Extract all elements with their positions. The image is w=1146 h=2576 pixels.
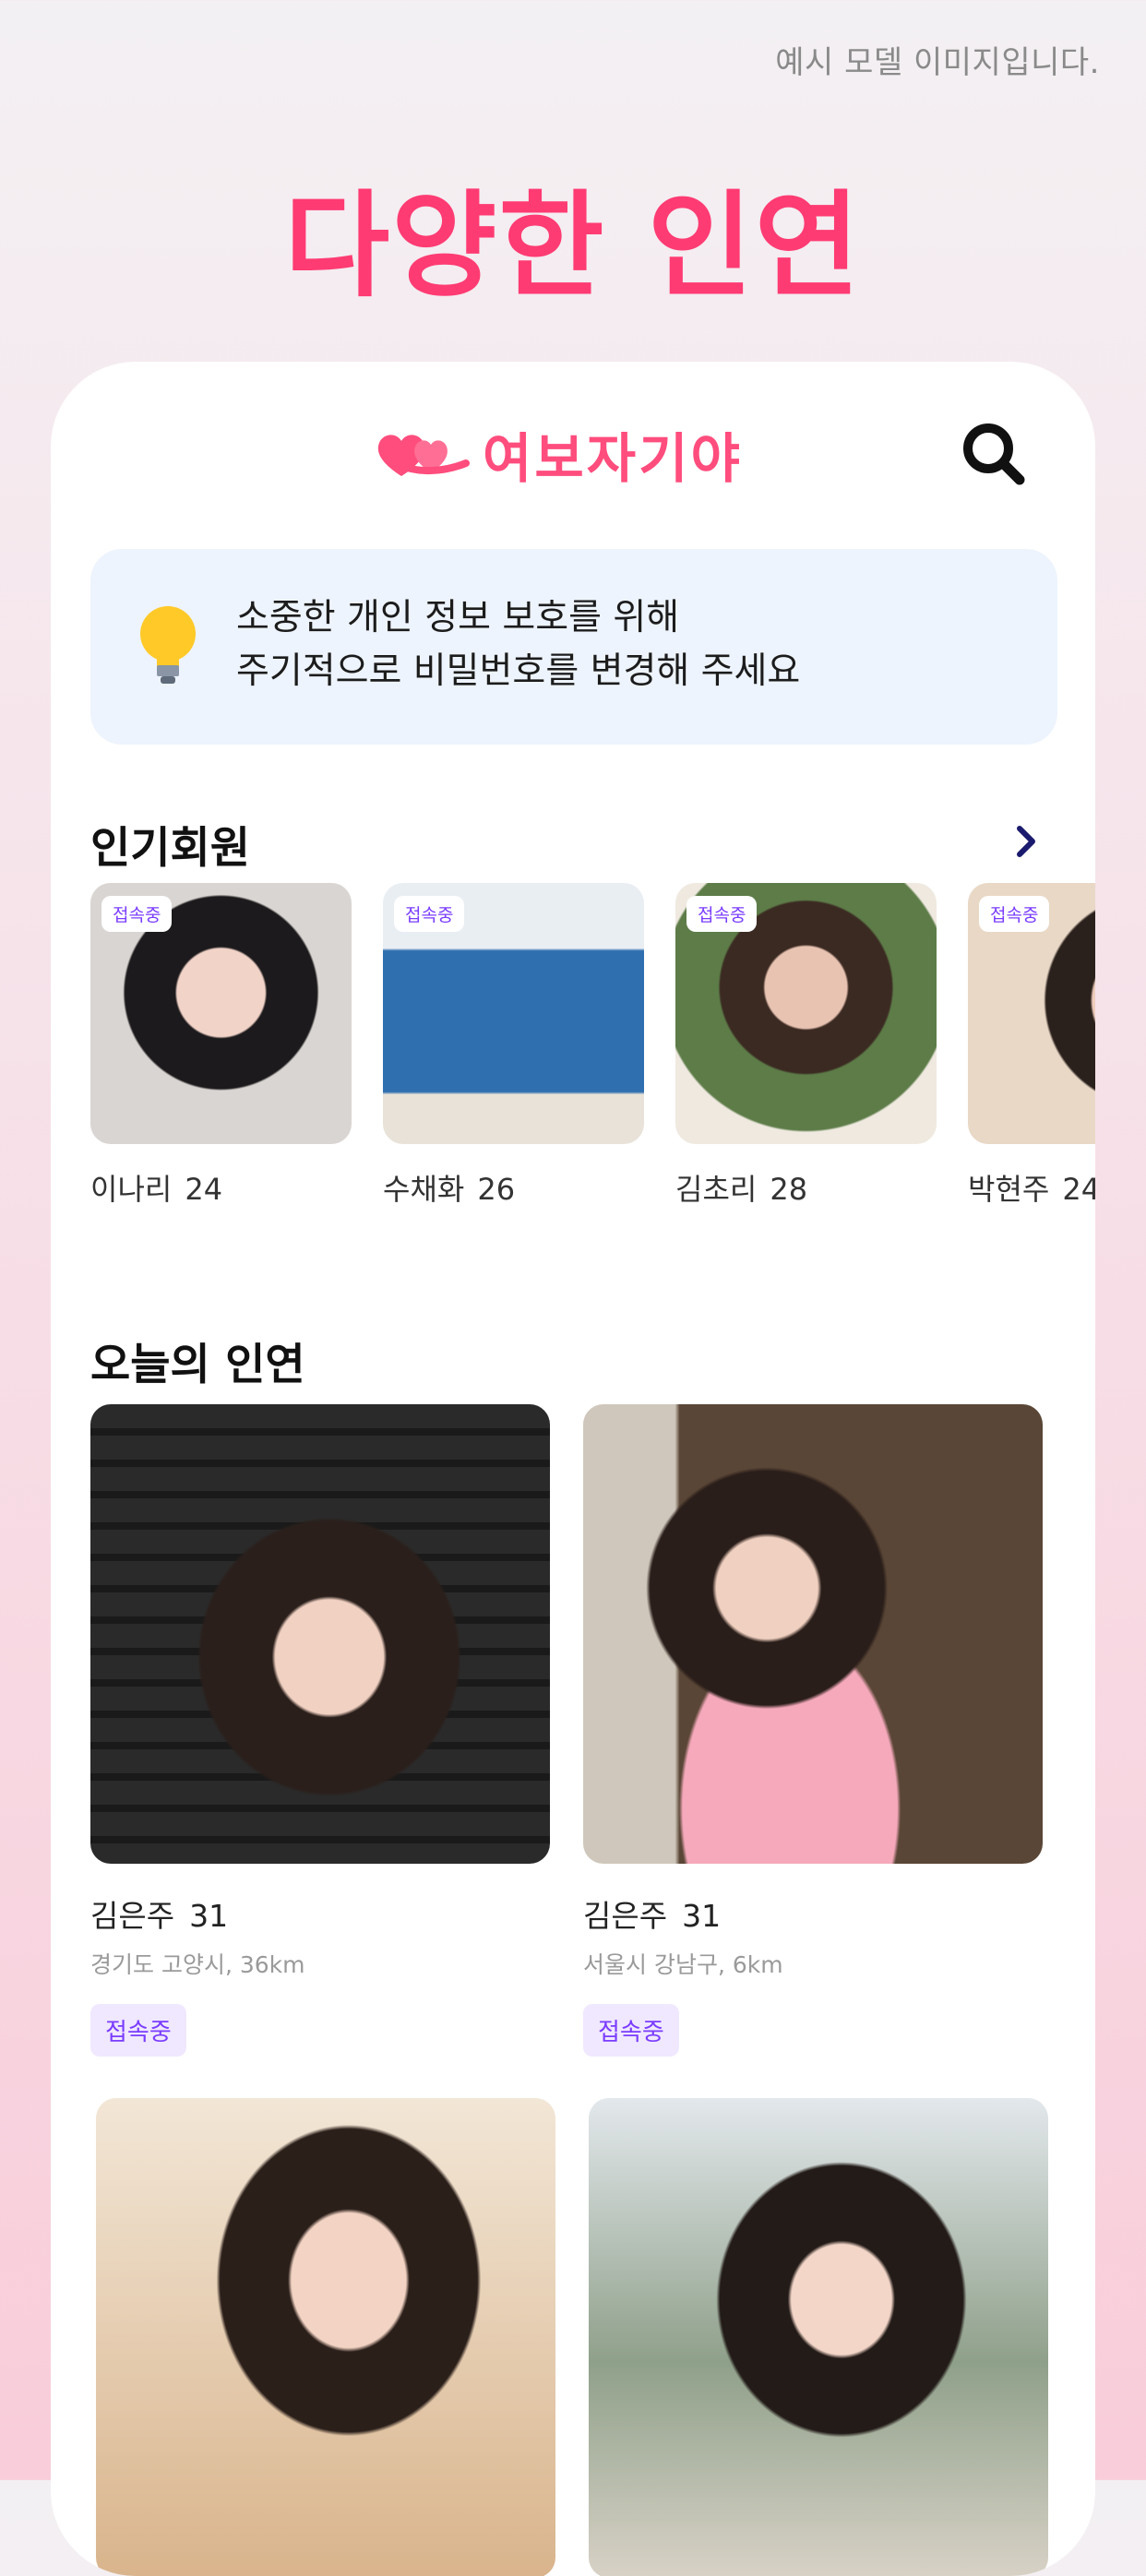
member-photo: 접속중 [383,883,644,1144]
match-age: 31 [682,1898,722,1934]
lightbulb-icon [140,606,196,684]
popular-more-button[interactable] [1003,814,1049,869]
app-logo[interactable]: 여보자기야 [374,417,743,491]
online-badge: 접속중 [979,896,1050,932]
member-age: 26 [477,1172,516,1207]
popular-member-card[interactable]: 접속중 박현주 24 [968,883,1095,1209]
match-name-age: 김은주 31 [583,1891,1043,1936]
match-location: 서울시 강남구, 6km [583,1951,783,1978]
member-photo: 접속중 [90,883,352,1144]
match-age: 31 [189,1898,229,1934]
popular-member-card[interactable]: 접속중 수채화 26 [383,883,644,1209]
member-name: 이나리 [90,1172,173,1207]
logo-text: 여보자기야 [483,427,743,490]
online-badge: 접속중 [90,2004,186,2057]
member-name-age: 이나리 24 [90,1166,352,1209]
member-name-age: 김초리 28 [675,1166,937,1209]
member-photo: 접속중 [968,883,1095,1144]
today-match-card[interactable] [589,2098,1048,2576]
match-photo [589,2098,1048,2576]
notice-line-2: 주기적으로 비밀번호를 변경해 주세요 [236,650,801,692]
member-photo: 접속중 [675,883,937,1144]
today-match-card[interactable] [96,2098,555,2576]
member-name: 박현주 [968,1172,1050,1207]
search-icon [963,423,1025,485]
member-name-age: 수채화 26 [383,1166,644,1209]
popular-members-list: 접속중 이나리 24 접속중 수채화 26 접속중 김초리 28 접속중 박현주 24 [90,883,1095,1207]
match-name: 김은주 [583,1898,668,1934]
notice-banner[interactable]: 소중한 개인 정보 보호를 위해 주기적으로 비밀번호를 변경해 주세요 [90,549,1057,745]
online-badge: 접속중 [583,2004,679,2057]
app-header: 여보자기야 [51,417,1095,491]
match-name: 김은주 [90,1898,175,1934]
online-badge: 접속중 [101,896,173,932]
disclaimer-text: 예시 모델 이미지입니다. [775,44,1100,81]
member-age: 24 [1062,1172,1095,1207]
match-photo [96,2098,555,2576]
notice-text: 소중한 개인 정보 보호를 위해 주기적으로 비밀번호를 변경해 주세요 [236,591,800,698]
member-age: 24 [185,1172,223,1207]
popular-section-title: 인기회원 [90,823,250,874]
match-photo [583,1404,1043,1864]
member-name: 수채화 [383,1172,465,1207]
hero-title: 다양한 인연 [284,180,862,313]
online-badge: 접속중 [394,896,465,932]
member-name: 김초리 [675,1172,758,1207]
popular-member-card[interactable]: 접속중 이나리 24 [90,883,352,1209]
chevron-right-icon [1017,826,1035,857]
match-photo [90,1404,550,1864]
online-badge: 접속중 [686,896,758,932]
match-name-age: 김은주 31 [90,1891,550,1936]
today-match-card[interactable]: 김은주 31 경기도 고양시, 36km 접속중 [90,1404,550,2057]
match-location: 경기도 고양시, 36km [90,1951,305,1978]
search-button[interactable] [957,417,1031,491]
member-name-age: 박현주 24 [968,1166,1095,1209]
today-section-title: 오늘의 인연 [90,1340,305,1390]
phone-screen: 여보자기야 소중한 개인 정보 보호를 위해 주기적으로 비밀번호를 변경해 주… [51,362,1095,2576]
popular-member-card[interactable]: 접속중 김초리 28 [675,883,937,1209]
member-age: 28 [770,1172,808,1207]
notice-line-1: 소중한 개인 정보 보호를 위해 [236,597,680,638]
heart-logo-icon [377,435,470,476]
today-match-card[interactable]: 김은주 31 서울시 강남구, 6km 접속중 [583,1404,1043,2057]
